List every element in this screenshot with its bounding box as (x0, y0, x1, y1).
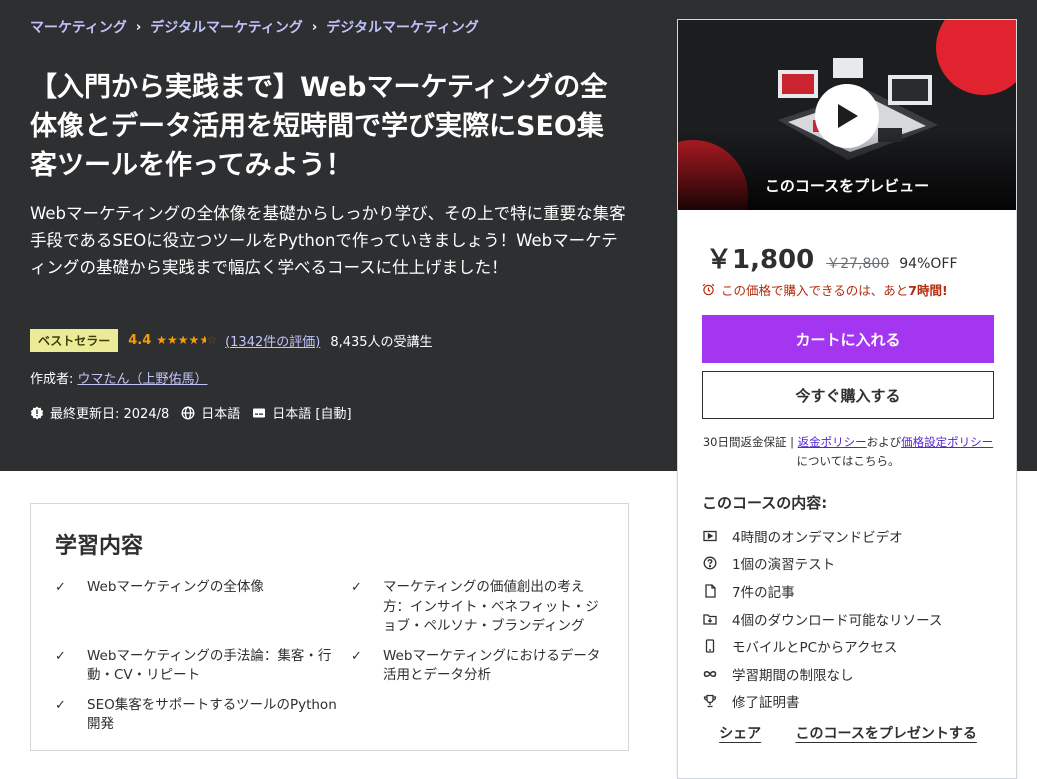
student-count: 8,435人の受講生 (330, 334, 433, 350)
breadcrumb-item[interactable]: マーケティング (30, 17, 127, 37)
include-label: 修了証明書 (732, 695, 800, 712)
include-label: モバイルとPCからアクセス (732, 640, 898, 657)
learn-item-text: Webマーケティングの手法論：集客・行動・CV・リピート (87, 647, 332, 684)
include-item: 7件の記事 (702, 577, 942, 605)
includes-title: このコースの内容: (702, 494, 828, 512)
quiz-icon (702, 555, 718, 571)
learn-item: ✓ Webマーケティングにおけるデータ活用とデータ分析 (351, 647, 607, 686)
include-item: 修了証明書 (702, 688, 942, 716)
include-item: 1個の演習テスト (702, 550, 942, 578)
guarantee-text: についてはこちら。 (796, 454, 900, 468)
chevron-right-icon: › (135, 19, 142, 35)
timer-text: この価格で購入できるのは、あと (721, 283, 909, 298)
reviews-link[interactable]: (1342件の評価) (225, 331, 320, 350)
check-icon: ✓ (55, 697, 66, 713)
learn-item-text: Webマーケティングの全体像 (87, 579, 264, 595)
buy-now-button[interactable]: 今すぐ購入する (702, 371, 994, 419)
video-icon (702, 528, 718, 544)
author-link[interactable]: ウマたん（上野佑馬） (78, 372, 208, 387)
star-rating-icon: ★★★★★☆ (156, 333, 218, 347)
last-updated: 最終更新日: 2024/8 (50, 407, 170, 422)
include-label: 1個の演習テスト (732, 557, 836, 574)
add-to-cart-button[interactable]: カートに入れる (702, 315, 994, 363)
learn-item: ✓ Webマーケティングの全体像 (55, 578, 343, 637)
learn-item-text: マーケティングの価値創出の考え方：インサイト・ベネフィット・ジョブ・ペルソナ・ブ… (383, 579, 599, 634)
gift-course-button[interactable]: このコースをプレゼントする (796, 723, 977, 743)
globe-icon (181, 406, 195, 420)
sale-timer: この価格で購入できるのは、あと 7時間! (702, 280, 948, 299)
guarantee-note: 30日間返金保証 | 返金ポリシーおよび価格設定ポリシーについてはこちら。 (702, 433, 994, 471)
preview-decoration (936, 20, 1016, 95)
learn-list: ✓ Webマーケティングの全体像 ✓ マーケティングの価値創出の考え方：インサイト・… (55, 578, 604, 735)
include-label: 学習期間の制限なし (732, 667, 854, 684)
play-icon[interactable] (815, 84, 879, 148)
include-item: モバイルとPCからアクセス (702, 632, 942, 660)
alert-badge-icon (30, 406, 44, 420)
check-icon: ✓ (55, 580, 66, 595)
breadcrumb-item[interactable]: デジタルマーケティング (326, 17, 479, 37)
share-button[interactable]: シェア (719, 723, 761, 743)
author-line: 作成者: ウマたん（上野佑馬） (30, 368, 208, 387)
chevron-right-icon: › (311, 19, 318, 35)
include-label: 7件の記事 (732, 584, 795, 601)
course-title: 【入門から実践まで】Webマーケティングの全体像とデータ活用を短時間で学び実際に… (30, 72, 608, 181)
course-language: 日本語 (201, 407, 241, 422)
learn-title: 学習内容 (55, 534, 144, 559)
refund-policy-link[interactable]: 返金ポリシー (798, 435, 867, 449)
course-preview[interactable]: このコースをプレビュー (678, 20, 1016, 210)
mobile-icon (702, 638, 718, 654)
check-icon: ✓ (351, 580, 362, 595)
check-icon: ✓ (351, 648, 362, 664)
breadcrumb-item[interactable]: デジタルマーケティング (150, 17, 303, 37)
guarantee-text: 30日間返金保証 | (702, 435, 798, 449)
download-icon (702, 611, 718, 627)
learn-item: ✓ SEO集客をサポートするツールのPython開発 (55, 696, 343, 735)
infinity-icon (702, 666, 718, 682)
price-row: ￥1,800 ￥27,800 94%OFF (706, 239, 958, 276)
original-price: ￥27,800 (826, 256, 890, 272)
guarantee-text: および (866, 435, 902, 449)
course-meta: 最終更新日: 2024/8 日本語 日本語 [自動] (30, 403, 364, 422)
article-icon (702, 583, 718, 599)
what-you-will-learn: 学習内容 ✓ Webマーケティングの全体像 ✓ マーケティングの価値創出の考え方：イ… (30, 503, 629, 751)
author-label: 作成者: (30, 372, 74, 387)
learn-item-text: Webマーケティングにおけるデータ活用とデータ分析 (383, 647, 601, 684)
current-price: ￥1,800 (706, 245, 815, 275)
include-item: 4個のダウンロード可能なリソース (702, 605, 942, 633)
include-label: 4時間のオンデマンドビデオ (732, 529, 903, 546)
pricing-policy-link[interactable]: 価格設定ポリシー (901, 435, 993, 449)
preview-label: このコースをプレビュー (764, 177, 930, 195)
include-item: 学習期間の制限なし (702, 660, 942, 688)
timer-value: 7時間! (908, 283, 948, 298)
alarm-clock-icon (702, 283, 715, 296)
rating-score: 4.4 (128, 332, 152, 348)
learn-item-text: SEO集客をサポートするツールのPython開発 (87, 696, 337, 733)
breadcrumb: マーケティング › デジタルマーケティング › デジタルマーケティング (30, 17, 479, 37)
learn-item: ✓ マーケティングの価値創出の考え方：インサイト・ベネフィット・ジョブ・ペルソナ・… (351, 578, 607, 637)
include-item: 4時間のオンデマンドビデオ (702, 522, 942, 550)
include-label: 4個のダウンロード可能なリソース (732, 612, 943, 629)
course-captions: 日本語 [自動] (272, 407, 352, 422)
learn-item: ✓ Webマーケティングの手法論：集客・行動・CV・リピート (55, 647, 343, 686)
includes-list: 4時間のオンデマンドビデオ 1個の演習テスト 7件の記事 4個のダウンロード可能… (702, 522, 942, 715)
discount-percent: 94%OFF (899, 256, 958, 272)
captions-icon (252, 406, 266, 420)
rating-row: ベストセラー 4.4 ★★★★★☆ (1342件の評価) 8,435人の受講生 (30, 328, 433, 352)
course-subtitle: Webマーケティングの全体像を基礎からしっかり学び、その上で特に重要な集客手段で… (30, 204, 626, 277)
check-icon: ✓ (55, 648, 66, 664)
purchase-card: このコースをプレビュー ￥1,800 ￥27,800 94%OFF この価格で購… (677, 19, 1017, 779)
card-actions: シェア このコースをプレゼントする (702, 723, 994, 743)
bestseller-badge: ベストセラー (30, 328, 119, 352)
trophy-icon (702, 693, 718, 709)
